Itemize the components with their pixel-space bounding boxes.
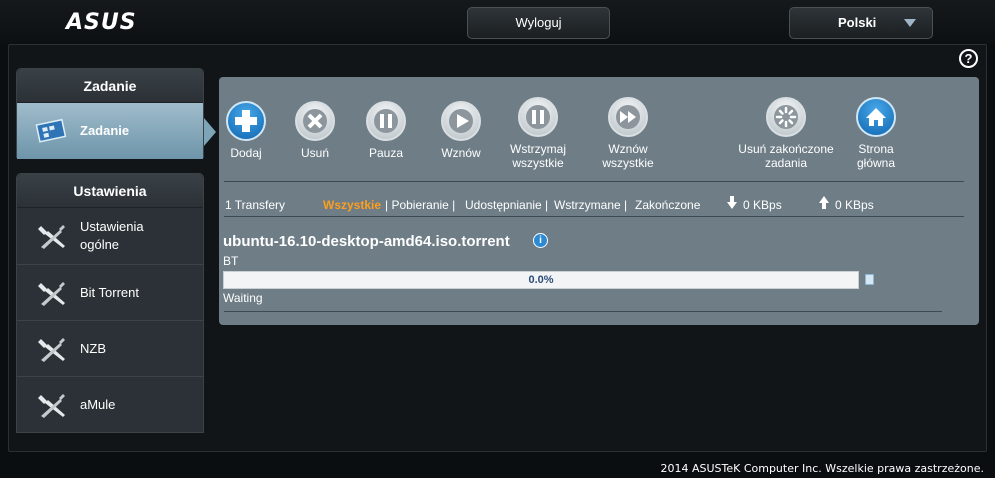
tools-icon (38, 282, 65, 306)
language-select[interactable]: Polski (789, 7, 933, 39)
transfer-status: Waiting (223, 291, 263, 305)
logout-button[interactable]: Wyloguj (467, 7, 610, 39)
filter-downloading[interactable]: | Pobieranie | (385, 198, 455, 212)
filter-paused[interactable]: Wstrzymane | (554, 198, 627, 212)
home-icon (856, 97, 896, 137)
clear-completed-label-2: zadania (764, 156, 808, 170)
home-button[interactable]: Strona główna (831, 97, 921, 170)
sidebar-task-section: Zadanie Zadanie (16, 68, 204, 159)
progress-text: 0.0% (528, 274, 554, 286)
asus-logo: ASUS (66, 10, 137, 35)
plus-icon (226, 101, 266, 141)
resume-all-button[interactable]: Wznów wszystkie (583, 97, 673, 170)
sidebar-item-general-settings[interactable]: Ustawienia ogólne (17, 208, 203, 264)
sidebar-item-task[interactable]: Zadanie (17, 103, 203, 159)
sidebar-item-label: ogólne (80, 237, 120, 252)
pause-icon (366, 101, 406, 141)
sidebar-item-label: Bit Torrent (80, 284, 140, 300)
sidebar-item-label: aMule (80, 396, 116, 412)
pause-all-icon (518, 97, 558, 137)
header-bar: ASUS Wyloguj Polski (0, 0, 995, 44)
filter-all[interactable]: Wszystkie (323, 198, 381, 212)
play-icon (441, 101, 481, 141)
divider (224, 181, 964, 182)
download-panel: Dodaj Usuń Pauza Wznów Wstrzymaj wszystk… (219, 77, 979, 325)
transfer-name: ubuntu-16.10-desktop-amd64.iso.torrent (223, 233, 510, 250)
download-arrow-icon (727, 196, 737, 209)
remove-label: Usuń (300, 146, 329, 160)
clear-completed-button[interactable]: Usuń zakończone zadania (731, 97, 841, 170)
x-icon (295, 101, 335, 141)
sidebar-task-title: Zadanie (17, 69, 203, 103)
upload-speed: 0 KBps (835, 198, 874, 212)
sidebar-item-label: Ustawienia (80, 219, 144, 234)
download-speed: 0 KBps (743, 198, 782, 212)
sidebar-item-nzb[interactable]: NZB (17, 320, 203, 376)
pause-all-label-1: Wstrzymaj (510, 142, 566, 156)
resume-all-label-2: wszystkie (602, 156, 654, 170)
transfer-count: 1 Transfery (225, 198, 286, 212)
pause-all-label-2: wszystkie (512, 156, 564, 170)
pause-label: Pauza (368, 146, 404, 160)
sidebar-item-label: NZB (80, 340, 106, 356)
tasks-icon (35, 118, 67, 143)
sidebar-item-amule[interactable]: aMule (17, 376, 203, 432)
transfer-progress-bar: 0.0% (223, 271, 859, 289)
language-value: Polski (838, 15, 877, 30)
clear-completed-label-1: Usuń zakończone (738, 142, 834, 156)
resume-all-label-1: Wznów (608, 142, 648, 156)
home-label-2: główna (856, 156, 896, 170)
filter-finished[interactable]: Zakończone (635, 198, 700, 212)
help-icon[interactable]: ? (959, 49, 978, 68)
sidebar-item-bittorrent[interactable]: Bit Torrent (17, 264, 203, 320)
resume-label: Wznów (441, 146, 481, 160)
sidebar-item-label: Zadanie (80, 123, 130, 138)
divider (224, 216, 964, 217)
pause-all-button[interactable]: Wstrzymaj wszystkie (493, 97, 583, 170)
tools-icon (38, 225, 65, 249)
chevron-down-icon (904, 19, 916, 27)
tools-icon (38, 338, 65, 362)
spinner-icon (766, 97, 806, 137)
home-label-1: Strona (858, 142, 894, 156)
upload-arrow-icon (819, 196, 829, 209)
tools-icon (38, 394, 65, 418)
trash-icon[interactable] (865, 274, 874, 285)
divider (224, 311, 942, 312)
transfer-type: BT (223, 254, 239, 268)
filter-seeding[interactable]: Udostępnianie | (465, 198, 548, 212)
sidebar-settings-title: Ustawienia (17, 174, 203, 208)
footer-copyright: 2014 ASUSTeK Computer Inc. Wszelkie praw… (660, 462, 984, 475)
sidebar-settings-section: Ustawienia Ustawienia ogólne Bit Torrent… (16, 173, 204, 433)
filter-bar: 1 Transfery Wszystkie | Pobieranie | Udo… (224, 196, 964, 216)
add-label: Dodaj (230, 146, 262, 160)
fast-forward-icon (608, 97, 648, 137)
info-icon[interactable]: i (533, 233, 548, 248)
